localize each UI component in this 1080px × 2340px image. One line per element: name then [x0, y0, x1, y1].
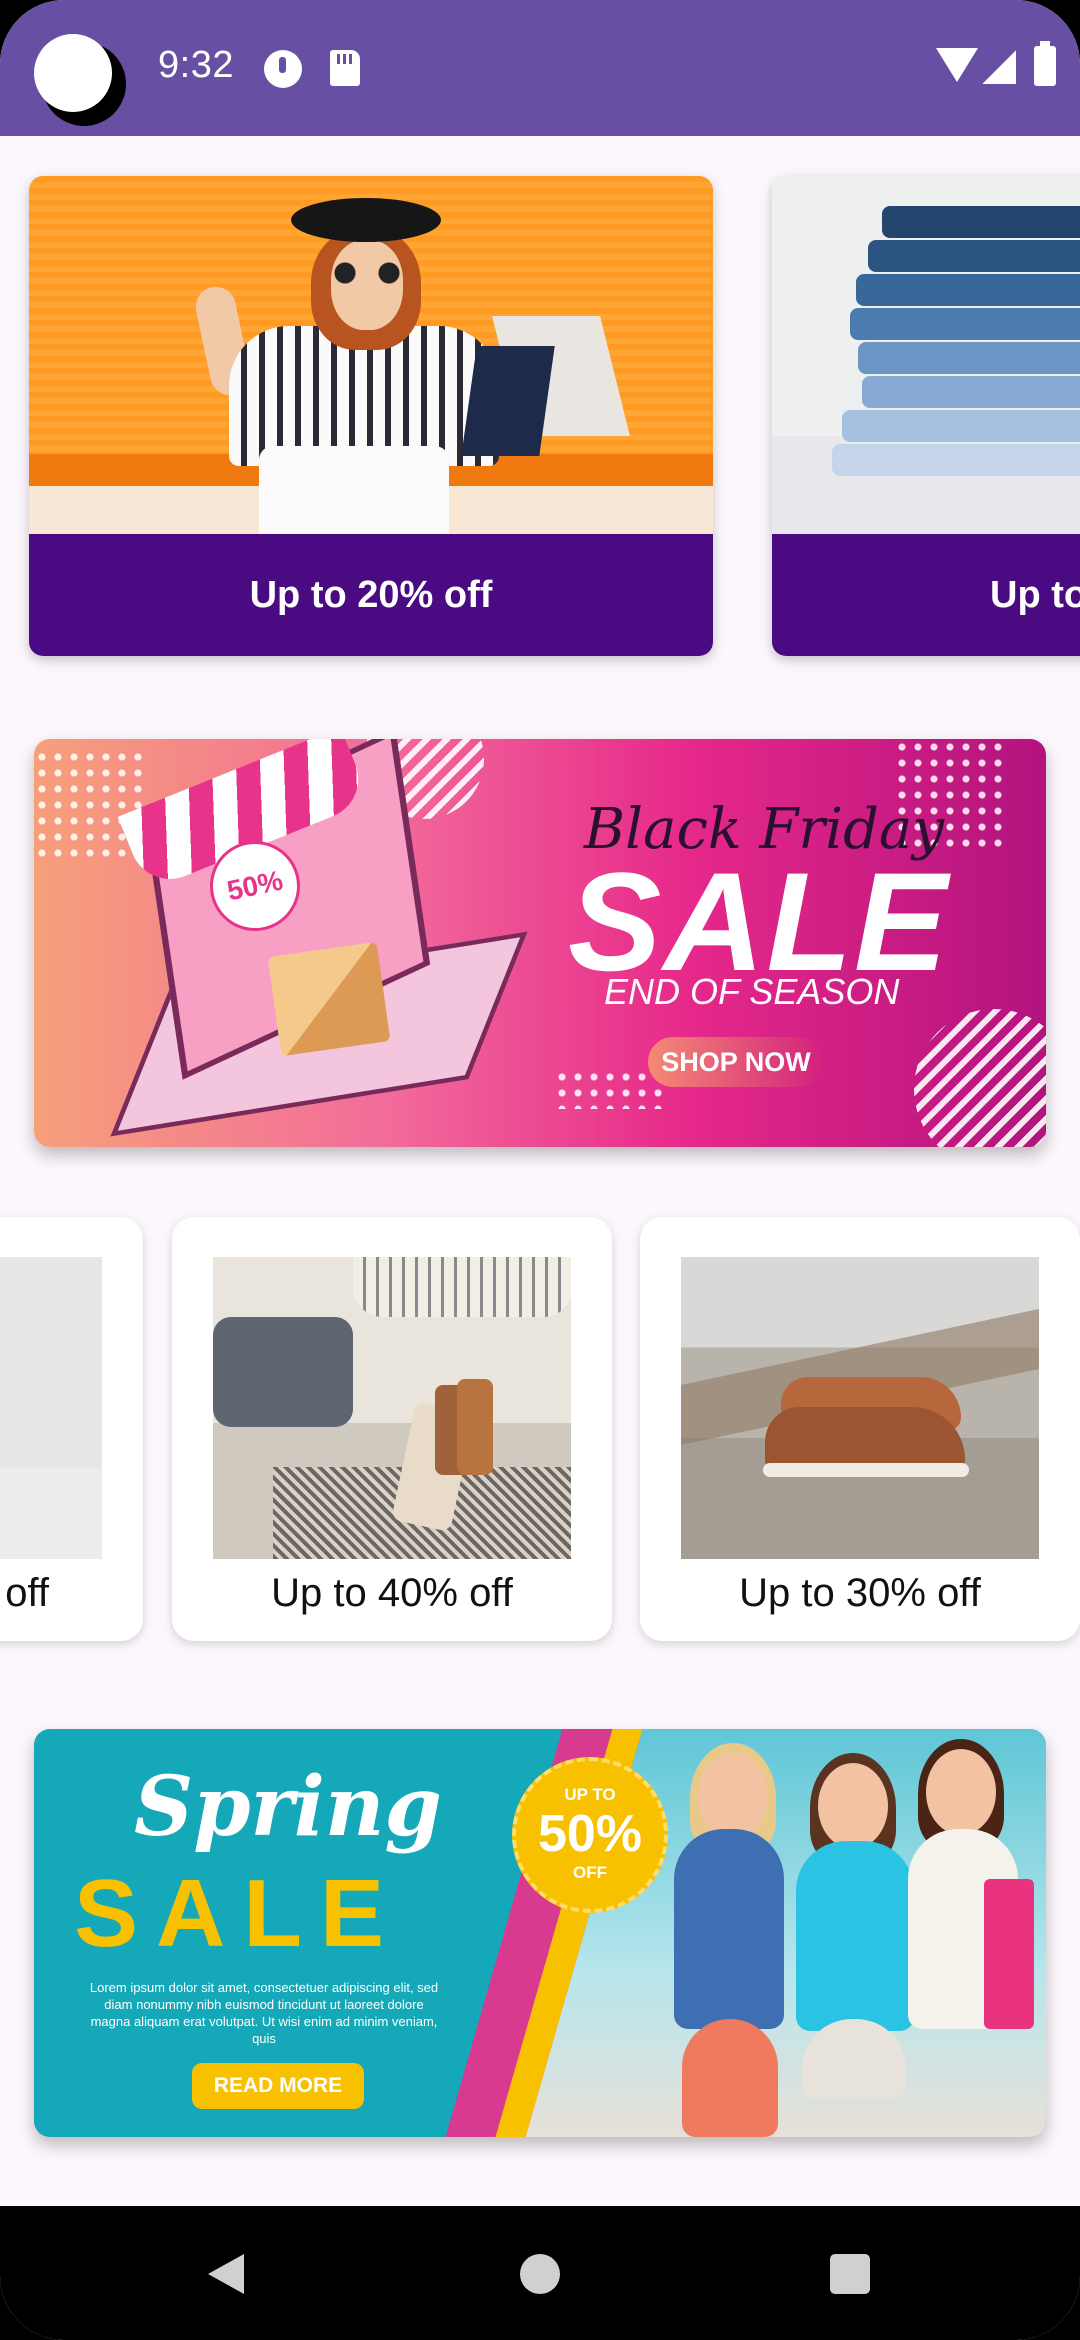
product-card[interactable]: off — [0, 1217, 143, 1641]
dots-decoration — [554, 1069, 664, 1109]
banner-title: Spring — [134, 1759, 442, 1855]
white-wall-image — [0, 1257, 102, 1559]
black-friday-banner[interactable]: 50% Black Friday SALE END OF SEASON SHOP… — [34, 739, 1046, 1147]
woman-trying-shoes-image — [213, 1257, 571, 1559]
boxes-icon — [267, 941, 391, 1057]
stack-of-jeans-image — [772, 176, 1080, 534]
promo-card[interactable]: Up to — [772, 176, 1080, 656]
alert-icon — [264, 50, 302, 88]
app-screen: 9:32 Up to 20% off Up to 50% Black Frida… — [0, 0, 1080, 2340]
read-more-button[interactable]: READ MORE — [192, 2063, 364, 2109]
promo-card[interactable]: Up to 20% off — [29, 176, 713, 656]
camera-cutout-icon — [34, 34, 126, 126]
banner-body-text: Lorem ipsum dolor sit amet, consectetuer… — [89, 1980, 439, 2046]
stripes-decoration — [914, 1009, 1046, 1147]
badge-small-text: UP TO — [564, 1785, 616, 1804]
back-icon[interactable] — [208, 2254, 244, 2294]
status-bar: 9:32 — [0, 0, 1080, 136]
product-label: off — [5, 1571, 49, 1615]
battery-icon — [1034, 41, 1056, 86]
boat-shoes-image — [681, 1257, 1039, 1559]
promo-label: Up to 20% off — [29, 534, 713, 656]
badge-bottom-text: OFF — [573, 1863, 607, 1882]
signal-icon — [982, 50, 1016, 84]
status-time: 9:32 — [158, 44, 234, 86]
woman-with-shopping-bags-image — [29, 176, 713, 534]
discount-badge: UP TO 50% OFF — [512, 1757, 668, 1913]
sd-card-icon — [330, 50, 360, 86]
promo-label: Up to — [772, 534, 1080, 656]
main-content[interactable]: Up to 20% off Up to 50% Black Friday SAL… — [0, 136, 1080, 2206]
banner-subtitle: END OF SEASON — [604, 971, 900, 1012]
badge-big-text: 50% — [537, 1805, 643, 1863]
navigation-bar — [0, 2206, 1080, 2340]
banner-sale-text: SALE — [74, 1860, 403, 1967]
home-icon[interactable] — [520, 2254, 560, 2294]
recents-icon[interactable] — [830, 2254, 870, 2294]
product-label: Up to 30% off — [739, 1571, 981, 1615]
wifi-icon — [936, 48, 978, 82]
shop-now-button[interactable]: SHOP NOW — [648, 1037, 824, 1087]
spring-sale-banner[interactable]: UP TO 50% OFF Spring SALE Lorem ipsum do… — [34, 1729, 1046, 2137]
product-row[interactable]: off Up to 40% off Up to 30% off — [0, 1217, 1080, 1767]
product-label: Up to 40% off — [271, 1571, 513, 1615]
product-card[interactable]: Up to 40% off — [172, 1217, 612, 1641]
product-card[interactable]: Up to 30% off — [640, 1217, 1080, 1641]
